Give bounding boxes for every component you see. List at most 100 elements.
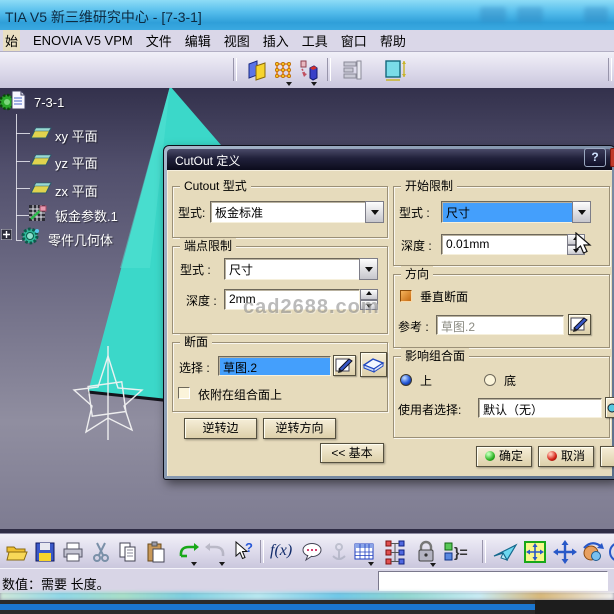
group-legend: 影响组合面 [401, 348, 469, 364]
menu-help[interactable]: 帮助 [380, 31, 406, 50]
dropdown-arrow-icon[interactable] [368, 562, 374, 566]
copy-icon[interactable] [116, 540, 140, 564]
menu-enovia[interactable]: ENOVIA V5 VPM [33, 33, 133, 48]
menu-start[interactable]: 始 [3, 30, 20, 51]
dropdown-arrow-icon[interactable] [286, 82, 292, 86]
dropdown-arrow-icon[interactable] [219, 562, 225, 566]
pan-icon[interactable] [552, 539, 576, 563]
zoom-in-icon[interactable] [606, 539, 614, 563]
part-root-icon[interactable] [0, 90, 28, 112]
reverse-direction-button[interactable]: 逆转方向 [263, 418, 336, 439]
redo-icon[interactable] [204, 540, 228, 564]
plane-icon[interactable] [30, 180, 52, 196]
reference-field[interactable]: 草图.2 [436, 315, 564, 335]
start-limit-type-combo[interactable]: 尺寸 [441, 201, 574, 223]
catia-window: TIA V5 新三维研究中心 - [7-3-1] 始 ENOVIA V5 VPM… [0, 0, 614, 614]
end-limit-type-combo[interactable]: 尺寸 [224, 258, 361, 280]
print-icon[interactable] [61, 540, 85, 564]
menu-tools[interactable]: 工具 [302, 31, 328, 50]
toolbar-separator [608, 58, 612, 81]
sketch-edit-icon[interactable] [568, 314, 591, 335]
dialog-close-icon[interactable] [610, 148, 614, 167]
section-table-icon[interactable] [342, 58, 366, 82]
cut-icon[interactable] [89, 540, 113, 564]
menu-edit[interactable]: 编辑 [185, 31, 211, 50]
swap-visible-space-icon[interactable] [296, 58, 320, 82]
sheetmetal-parameters-icon[interactable] [28, 204, 48, 224]
dialog-help-button[interactable]: ? [584, 148, 606, 167]
table-grid-icon[interactable] [352, 540, 376, 564]
combo-arrow-icon[interactable] [365, 201, 384, 223]
dropdown-arrow-icon[interactable] [191, 562, 197, 566]
tree-item-yz-plane[interactable]: yz 平面 [55, 153, 98, 172]
anchor-disabled-icon [330, 542, 354, 566]
menu-window[interactable]: 窗口 [341, 31, 367, 50]
dimension-icon[interactable] [383, 57, 409, 81]
video-player-bar[interactable] [0, 600, 614, 614]
paste-icon[interactable] [144, 540, 168, 564]
impact-bottom-radio[interactable] [484, 374, 496, 386]
tree-item-sheetmetal-params[interactable]: 钣金参数.1 [55, 206, 118, 225]
save-icon[interactable] [33, 540, 57, 564]
window-title: TIA V5 新三维研究中心 - [7-3-1] [5, 7, 202, 27]
open-icon[interactable] [5, 540, 29, 564]
undo-icon[interactable] [176, 540, 200, 564]
start-limit-depth-input[interactable]: 0.01mm [441, 234, 568, 255]
fit-all-in-icon[interactable] [522, 539, 546, 563]
dropdown-arrow-icon[interactable] [311, 82, 317, 86]
lock-icon[interactable] [414, 539, 438, 563]
tree-root-label[interactable]: 7-3-1 [34, 95, 64, 110]
close-button[interactable] [584, 7, 608, 22]
comment-bubble-icon[interactable] [300, 540, 324, 564]
menu-insert[interactable]: 插入 [263, 31, 289, 50]
plane-icon[interactable] [30, 125, 52, 141]
sketch-edit-icon[interactable] [333, 355, 356, 376]
combo-arrow-icon[interactable] [359, 258, 378, 280]
structure-tree-icon[interactable] [384, 539, 408, 563]
start-limit-depth-label: 深度 : [401, 237, 432, 254]
grid-points-icon[interactable] [271, 58, 295, 82]
cutout-dialog: CutOut 定义 ? Cutout 型式 型式: 板金标准 端点限制 型式 :… [163, 145, 614, 480]
dialog-titlebar[interactable]: CutOut 定义 [167, 149, 612, 170]
normal-to-profile-checkbox[interactable] [400, 290, 412, 302]
maximize-button[interactable] [517, 7, 543, 22]
cancel-button[interactable]: 取消 [538, 446, 594, 467]
group-legend: Cutout 型式 [180, 178, 251, 194]
fx-knowledge-icon[interactable]: f(x) [270, 542, 294, 566]
plane-icon[interactable] [30, 152, 52, 168]
part-body-icon[interactable] [20, 226, 42, 246]
help-pointer-icon[interactable]: ? [232, 540, 256, 564]
player-remaining-segment [535, 600, 614, 614]
player-progress-bar[interactable] [0, 604, 535, 610]
impact-top-label: 上 [420, 372, 432, 389]
tree-item-xy-plane[interactable]: xy 平面 [55, 126, 98, 145]
section-selection-field[interactable]: 草图.2 [218, 356, 331, 376]
reverse-edge-button[interactable]: 逆转边 [184, 418, 257, 439]
ok-button[interactable]: 确定 [476, 446, 532, 467]
combo-arrow-icon[interactable] [572, 201, 591, 223]
impact-top-radio[interactable] [400, 374, 412, 386]
cutout-type-combo[interactable]: 板金标准 [210, 201, 367, 223]
menu-bar: 始 ENOVIA V5 VPM 文件 编辑 视图 插入 工具 窗口 帮助 [0, 30, 614, 52]
tree-item-zx-plane[interactable]: zx 平面 [55, 181, 98, 200]
minimize-button[interactable] [480, 7, 506, 22]
sub-elements-book-icon[interactable] [360, 352, 387, 377]
rotate-icon[interactable] [580, 540, 604, 564]
top-toolbar [0, 52, 614, 88]
basic-toggle-button[interactable]: << 基本 [320, 443, 384, 463]
tree-item-part-body[interactable]: 零件几何体 [48, 230, 113, 249]
user-selection-field[interactable]: 默认（无） [478, 398, 602, 418]
status-message: 数值：需要 长度。 [2, 574, 110, 593]
power-input-field[interactable] [378, 571, 608, 591]
eye-glasses-icon[interactable] [605, 397, 614, 418]
tree-expand-icon[interactable] [1, 229, 12, 240]
fly-mode-icon[interactable] [492, 540, 516, 564]
dropdown-arrow-icon[interactable] [430, 563, 436, 567]
bottom-toolbar: ? f(x) }= [0, 533, 614, 569]
attach-checkbox[interactable] [178, 387, 190, 399]
preview-button[interactable]: 预 [600, 446, 614, 467]
menu-view[interactable]: 视图 [224, 31, 250, 50]
menu-file[interactable]: 文件 [146, 31, 172, 50]
planes-icon[interactable] [246, 58, 270, 82]
formula-constraint-icon[interactable]: }= [443, 540, 467, 564]
